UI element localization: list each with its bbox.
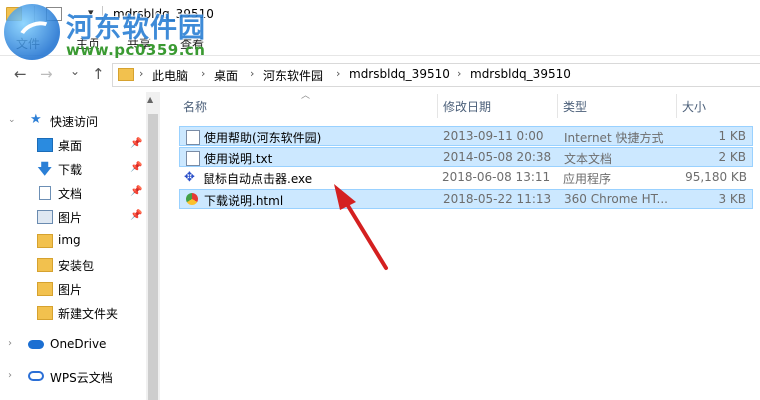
chevron-right-icon[interactable]: › <box>139 67 143 80</box>
chevron-right-icon[interactable]: › <box>336 67 340 80</box>
column-divider[interactable] <box>676 94 677 118</box>
sidebar-scrollbar-thumb[interactable] <box>148 114 158 400</box>
file-date: 2018-05-22 11:13 <box>443 192 552 206</box>
breadcrumb-desktop[interactable]: 桌面 <box>214 67 238 84</box>
forward-icon[interactable]: → <box>40 65 53 83</box>
pin-icon[interactable]: 📌 <box>130 210 142 221</box>
chevron-right-icon[interactable]: › <box>250 67 254 80</box>
file-size: 95,180 KB <box>685 170 747 184</box>
column-header-date[interactable]: 修改日期 <box>443 98 491 115</box>
sidebar-quick-access[interactable]: ⌄ ★ 快速访问 <box>0 110 145 132</box>
column-divider[interactable] <box>557 94 558 118</box>
sidebar-item-pictures[interactable]: 图片 📌 <box>0 206 145 228</box>
breadcrumb-hedong[interactable]: 河东软件园 <box>263 67 323 84</box>
file-row[interactable]: 使用帮助(河东软件园) 2013-09-11 0:00 Internet 快捷方… <box>179 126 753 146</box>
folder-icon <box>37 282 53 296</box>
breadcrumb-folder-2[interactable]: mdrsbldq_39510 <box>470 67 571 81</box>
up-icon[interactable]: ↑ <box>92 65 105 83</box>
sidebar-item-new-folder[interactable]: 新建文件夹 <box>0 302 145 324</box>
file-size: 1 KB <box>718 129 746 143</box>
folder-icon <box>37 234 53 248</box>
sort-ascending-icon: ︿ <box>301 91 311 101</box>
file-date: 2013-09-11 0:00 <box>443 129 544 143</box>
sidebar-item-label: 快速访问 <box>50 115 99 129</box>
file-type: Internet 快捷方式 <box>564 131 664 145</box>
recent-locations-icon[interactable]: ⌄ <box>70 64 80 78</box>
column-header-name[interactable]: 名称 <box>183 98 207 115</box>
sidebar-item-pictures-folder[interactable]: 图片 <box>0 278 145 300</box>
folder-icon <box>37 258 53 272</box>
sidebar-item-desktop[interactable]: 桌面 📌 <box>0 134 145 156</box>
column-header-size[interactable]: 大小 <box>682 98 706 115</box>
file-row[interactable]: 使用说明.txt 2014-05-08 20:38 文本文档 2 KB <box>179 147 753 167</box>
cloud-icon <box>28 340 44 349</box>
sidebar-item-label: OneDrive <box>50 337 107 351</box>
sidebar-item-label: 下载 <box>58 163 83 177</box>
documents-icon <box>39 186 51 200</box>
sidebar-item-label: 文档 <box>58 187 83 201</box>
pin-icon[interactable]: 📌 <box>130 138 142 149</box>
exe-app-icon: ✥ <box>184 170 195 185</box>
file-type: 文本文档 <box>564 152 613 166</box>
chevron-right-icon[interactable]: › <box>8 338 12 349</box>
file-type: 360 Chrome HT... <box>564 192 668 206</box>
star-icon: ★ <box>30 112 42 127</box>
file-size: 3 KB <box>718 192 746 206</box>
file-name: 鼠标自动点击器.exe <box>203 172 313 186</box>
chevron-right-icon[interactable]: › <box>8 370 12 381</box>
download-icon: 🡇 <box>37 160 53 178</box>
file-size: 2 KB <box>718 150 746 164</box>
column-divider[interactable] <box>437 94 438 118</box>
file-name: 下载说明.html <box>204 194 284 208</box>
chevron-right-icon[interactable]: › <box>457 67 461 80</box>
chevron-right-icon[interactable]: › <box>201 67 205 80</box>
sidebar-item-installers[interactable]: 安装包 <box>0 254 145 276</box>
text-file-icon <box>186 151 200 166</box>
sidebar-item-wps[interactable]: › WPS云文档 <box>0 366 145 388</box>
sidebar-item-onedrive[interactable]: › OneDrive <box>0 334 145 356</box>
file-date: 2018-06-08 13:11 <box>442 170 551 184</box>
back-icon[interactable]: ← <box>14 65 27 83</box>
sidebar-item-downloads[interactable]: 🡇 下载 📌 <box>0 158 145 180</box>
folder-icon <box>37 306 53 320</box>
file-name: 使用帮助(河东软件园) <box>204 131 322 145</box>
file-name: 使用说明.txt <box>204 152 273 166</box>
breadcrumb-folder-1[interactable]: mdrsbldq_39510 <box>349 67 450 81</box>
wps-cloud-icon <box>28 371 44 381</box>
breadcrumb-this-pc[interactable]: 此电脑 <box>152 67 188 84</box>
sidebar-item-documents[interactable]: 文档 📌 <box>0 182 145 204</box>
file-date: 2014-05-08 20:38 <box>443 150 552 164</box>
sidebar-item-label: 图片 <box>58 283 83 297</box>
watermark-brand: 河东软件园 <box>66 13 206 44</box>
file-row[interactable]: ✥ 鼠标自动点击器.exe 2018-06-08 13:11 应用程序 95,1… <box>179 168 753 188</box>
desktop-icon <box>37 138 53 152</box>
column-header-type[interactable]: 类型 <box>563 98 587 115</box>
file-type: 应用程序 <box>563 172 612 186</box>
html-file-icon <box>186 193 198 205</box>
pictures-icon <box>37 210 53 224</box>
watermark-url: www.pc0359.cn <box>66 41 206 59</box>
navigation-pane: ⌄ ★ 快速访问 桌面 📌 🡇 下载 📌 文档 📌 图片 📌 img 安装包 图… <box>0 92 145 400</box>
sidebar-item-label: img <box>58 233 81 247</box>
pin-icon[interactable]: 📌 <box>130 162 142 173</box>
sidebar-item-label: 桌面 <box>58 139 83 153</box>
sidebar-item-label: 安装包 <box>58 259 95 273</box>
pin-icon[interactable]: 📌 <box>130 186 142 197</box>
sidebar-item-label: 新建文件夹 <box>58 307 119 321</box>
file-row[interactable]: 下载说明.html 2018-05-22 11:13 360 Chrome HT… <box>179 189 753 209</box>
watermark-logo-icon <box>4 4 60 60</box>
internet-shortcut-icon <box>186 130 200 145</box>
sidebar-item-label: WPS云文档 <box>50 371 113 385</box>
folder-icon <box>118 68 134 81</box>
chevron-down-icon[interactable]: ⌄ <box>8 115 16 125</box>
scroll-up-icon[interactable]: ▲ <box>147 95 153 104</box>
sidebar-item-img[interactable]: img <box>0 230 145 252</box>
sidebar-item-label: 图片 <box>58 211 83 225</box>
annotation-arrow-icon <box>334 184 388 270</box>
